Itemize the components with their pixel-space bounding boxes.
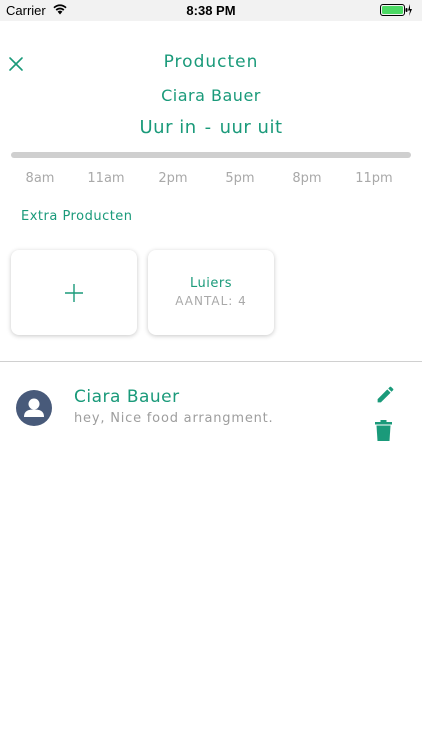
hours-out-label: uur uit [219, 117, 283, 138]
divider [0, 361, 422, 362]
comment-author: Ciara Bauer [74, 387, 180, 407]
timeline-label: 5pm [225, 171, 255, 186]
add-product-button[interactable] [11, 250, 137, 335]
hours-separator: - [204, 117, 212, 138]
timeline-label: 8pm [292, 171, 322, 186]
timeline-label: 2pm [158, 171, 188, 186]
timeline-label: 11am [87, 171, 125, 186]
timeline-label: 11pm [355, 171, 393, 186]
plus-icon [64, 283, 84, 303]
product-card[interactable]: Luiers AANTAL: 4 [148, 250, 274, 335]
product-quantity: AANTAL: 4 [175, 294, 247, 308]
status-time: 8:38 PM [186, 3, 236, 18]
user-avatar-icon [16, 390, 52, 426]
timeline-label: 8am [25, 171, 55, 186]
timeline-labels: 8am 11am 2pm 5pm 8pm 11pm [8, 171, 414, 189]
comment-text: hey, Nice food arrangment. [74, 411, 274, 426]
charging-bolt-icon [408, 4, 412, 16]
child-name: Ciara Bauer [161, 86, 261, 105]
hours-range: Uur in - uur uit [0, 117, 422, 138]
hours-in-label: Uur in [139, 117, 197, 138]
product-name: Luiers [190, 276, 232, 291]
timeline-track [11, 152, 411, 158]
page-title: Producten [163, 52, 259, 72]
battery-icon [380, 4, 412, 19]
status-bar: Carrier 8:38 PM [0, 0, 422, 21]
section-title-extra-products: Extra Producten [21, 209, 133, 224]
delete-icon[interactable] [375, 420, 392, 441]
edit-icon[interactable] [375, 384, 396, 405]
